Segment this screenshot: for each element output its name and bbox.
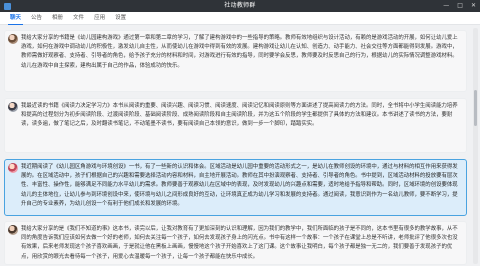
minimize-icon[interactable]: — (443, 0, 449, 12)
message-text: 我给大家分享的是《我们不知道的事》这本书，读完以后，让我对教育有了更加深刻的认识… (21, 226, 458, 260)
window-title: 社动教师群 (224, 2, 256, 9)
tab-announcements[interactable]: 公告 (26, 13, 47, 24)
tab-apps[interactable]: 应用 (89, 13, 110, 24)
tab-album[interactable]: 相册 (47, 13, 68, 24)
title-bar: 社动教师群 — □ ✕ (0, 0, 480, 12)
message-text: 我近期阅读了《幼儿园区角游戏与环境创设》一书，有了一些新的认识和体会。区域活动是… (21, 164, 458, 207)
message-text: 我最近读的书籍《阅读力决定学习力》本书从阅读的重要、阅读兴趣、阅读习惯、阅读速度… (21, 103, 458, 128)
avatar[interactable] (8, 163, 18, 173)
tab-chat[interactable]: 聊天 (5, 13, 26, 25)
message-feed[interactable]: 我给大家分享的书籍是《幼儿园建构游戏》通过第一章和第二章的学习，了解了建构游戏中… (0, 26, 480, 266)
scrollbar[interactable] (473, 28, 478, 264)
message-card[interactable]: 我给大家分享的是《我们不知道的事》这本书，读完以后，让我对教育有了更加深刻的认识… (4, 221, 467, 265)
avatar[interactable] (8, 225, 18, 235)
avatar[interactable] (8, 102, 18, 112)
message-card[interactable]: 我给大家分享的书籍是《幼儿园建构游戏》通过第一章和第二章的学习，了解了建构游戏中… (4, 30, 467, 92)
scrollbar-thumb[interactable] (474, 90, 477, 126)
window-controls: — □ ✕ (443, 0, 476, 12)
message-card-selected[interactable]: 我近期阅读了《幼儿园区角游戏与环境创设》一书，有了一些新的认识和体会。区域活动是… (4, 159, 467, 216)
avatar[interactable] (8, 34, 18, 44)
tab-settings[interactable]: 设置 (110, 13, 131, 24)
maximize-icon[interactable]: □ (457, 0, 463, 12)
message-card[interactable]: 我最近读的书籍《阅读力决定学习力》本书从阅读的重要、阅读兴趣、阅读习惯、阅读速度… (4, 98, 467, 153)
tab-bar: 聊天 公告 相册 文件 应用 设置 (0, 12, 480, 25)
message-text: 我给大家分享的书籍是《幼儿园建构游戏》通过第一章和第二章的学习，了解了建构游戏中… (21, 35, 458, 69)
tab-files[interactable]: 文件 (68, 13, 89, 24)
close-icon[interactable]: ✕ (471, 0, 476, 12)
